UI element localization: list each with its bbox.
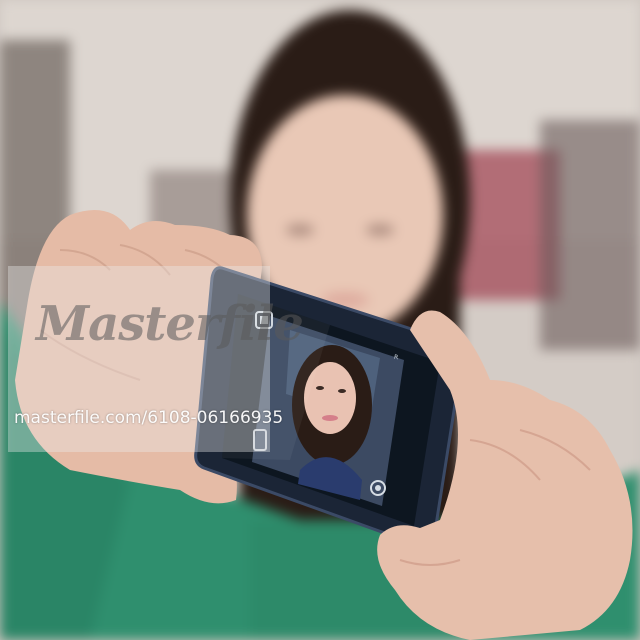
photo-scene: R Masterfile masterfile.com/6108-0616693… [0,0,640,640]
watermark-logo: Masterfile [36,296,304,352]
watermark-image-id: masterfile.com/6108-06166935 [14,408,284,428]
